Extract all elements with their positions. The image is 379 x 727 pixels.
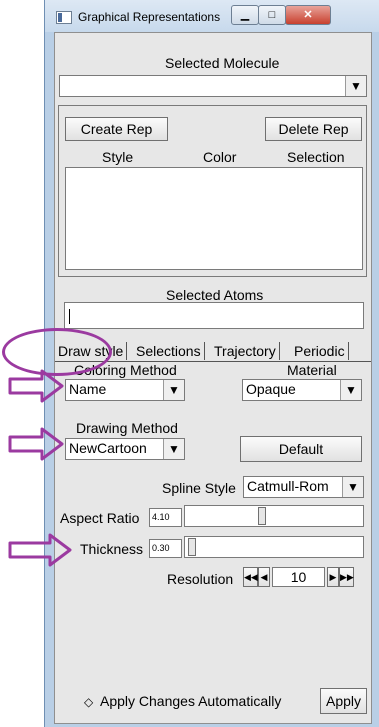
aspect-ratio-label: Aspect Ratio: [60, 510, 140, 526]
drawing-method-select[interactable]: NewCartoon ▼: [65, 438, 185, 460]
create-rep-button[interactable]: Create Rep: [65, 117, 168, 141]
molecule-select[interactable]: ▼: [59, 75, 367, 97]
coloring-method-value: Name: [69, 381, 107, 397]
material-value: Opaque: [246, 381, 296, 397]
dropdown-arrow-icon: ▼: [340, 380, 361, 400]
drawing-method-value: NewCartoon: [69, 440, 147, 456]
title-bar[interactable]: Graphical Representations ▁ □ ✕: [45, 0, 379, 32]
aspect-ratio-slider-handle[interactable]: [258, 507, 266, 525]
material-select[interactable]: Opaque ▼: [242, 379, 362, 401]
double-right-arrow-icon: ▶▶: [340, 572, 354, 582]
dropdown-arrow-icon: ▼: [342, 477, 363, 497]
maximize-button[interactable]: □: [258, 5, 286, 25]
selected-molecule-heading: Selected Molecule: [165, 55, 280, 71]
coloring-method-select[interactable]: Name ▼: [65, 379, 185, 401]
resolution-fast-increase-button[interactable]: ▶▶: [339, 567, 354, 587]
thickness-label: Thickness: [80, 541, 144, 557]
thickness-slider[interactable]: [184, 536, 364, 558]
annotation-arrow-coloring: [8, 369, 64, 403]
resolution-label: Resolution: [167, 571, 234, 587]
dropdown-arrow-icon: ▼: [345, 76, 366, 96]
text-cursor: [69, 309, 70, 324]
tab-periodic[interactable]: Periodic: [291, 342, 349, 360]
close-icon: ✕: [303, 9, 313, 21]
dropdown-arrow-icon: ▼: [163, 380, 184, 400]
default-button[interactable]: Default: [240, 436, 362, 462]
selected-atoms-heading: Selected Atoms: [166, 287, 264, 303]
drawing-method-label: Drawing Method: [76, 420, 178, 436]
thickness-slider-handle[interactable]: [188, 538, 196, 556]
client-area: Selected Molecule ▼ Create Rep Delete Re…: [54, 32, 372, 724]
window-title: Graphical Representations: [78, 10, 221, 24]
reps-header-style: Style: [102, 149, 134, 165]
close-button[interactable]: ✕: [285, 5, 331, 25]
tab-selections[interactable]: Selections: [133, 342, 205, 360]
aspect-ratio-value[interactable]: 4.10: [149, 508, 182, 527]
material-label: Material: [287, 362, 337, 378]
selected-atoms-input[interactable]: [64, 302, 364, 329]
dropdown-arrow-icon: ▼: [163, 439, 184, 459]
reps-header-color: Color: [203, 149, 237, 165]
apply-auto-checkbox-icon[interactable]: ◇: [84, 695, 93, 709]
spline-style-select[interactable]: Catmull-Rom ▼: [243, 476, 364, 498]
minimize-button[interactable]: ▁: [231, 5, 259, 25]
left-arrow-icon: ◀: [260, 572, 268, 582]
reps-header-selection: Selection: [287, 149, 345, 165]
apply-button[interactable]: Apply: [320, 688, 367, 714]
right-arrow-icon: ▶: [329, 572, 337, 582]
spline-style-value: Catmull-Rom: [247, 478, 329, 494]
delete-rep-button[interactable]: Delete Rep: [265, 117, 362, 141]
apply-auto-label[interactable]: Apply Changes Automatically: [100, 693, 281, 709]
resolution-increase-button[interactable]: ▶: [327, 567, 339, 587]
app-icon: [56, 11, 72, 24]
tab-trajectory[interactable]: Trajectory: [211, 342, 280, 360]
minimize-icon: ▁: [240, 9, 250, 21]
reps-list[interactable]: [65, 167, 363, 270]
spline-style-label: Spline Style: [162, 480, 236, 496]
maximize-icon: □: [268, 9, 276, 21]
aspect-ratio-slider[interactable]: [184, 505, 364, 527]
thickness-value[interactable]: 0.30: [149, 539, 182, 558]
resolution-fast-decrease-button[interactable]: ◀◀: [243, 567, 258, 587]
resolution-decrease-button[interactable]: ◀: [258, 567, 270, 587]
annotation-arrow-drawing: [8, 427, 64, 461]
double-left-arrow-icon: ◀◀: [244, 572, 258, 582]
resolution-input[interactable]: 10: [272, 567, 325, 587]
annotation-arrow-thickness: [8, 533, 72, 567]
